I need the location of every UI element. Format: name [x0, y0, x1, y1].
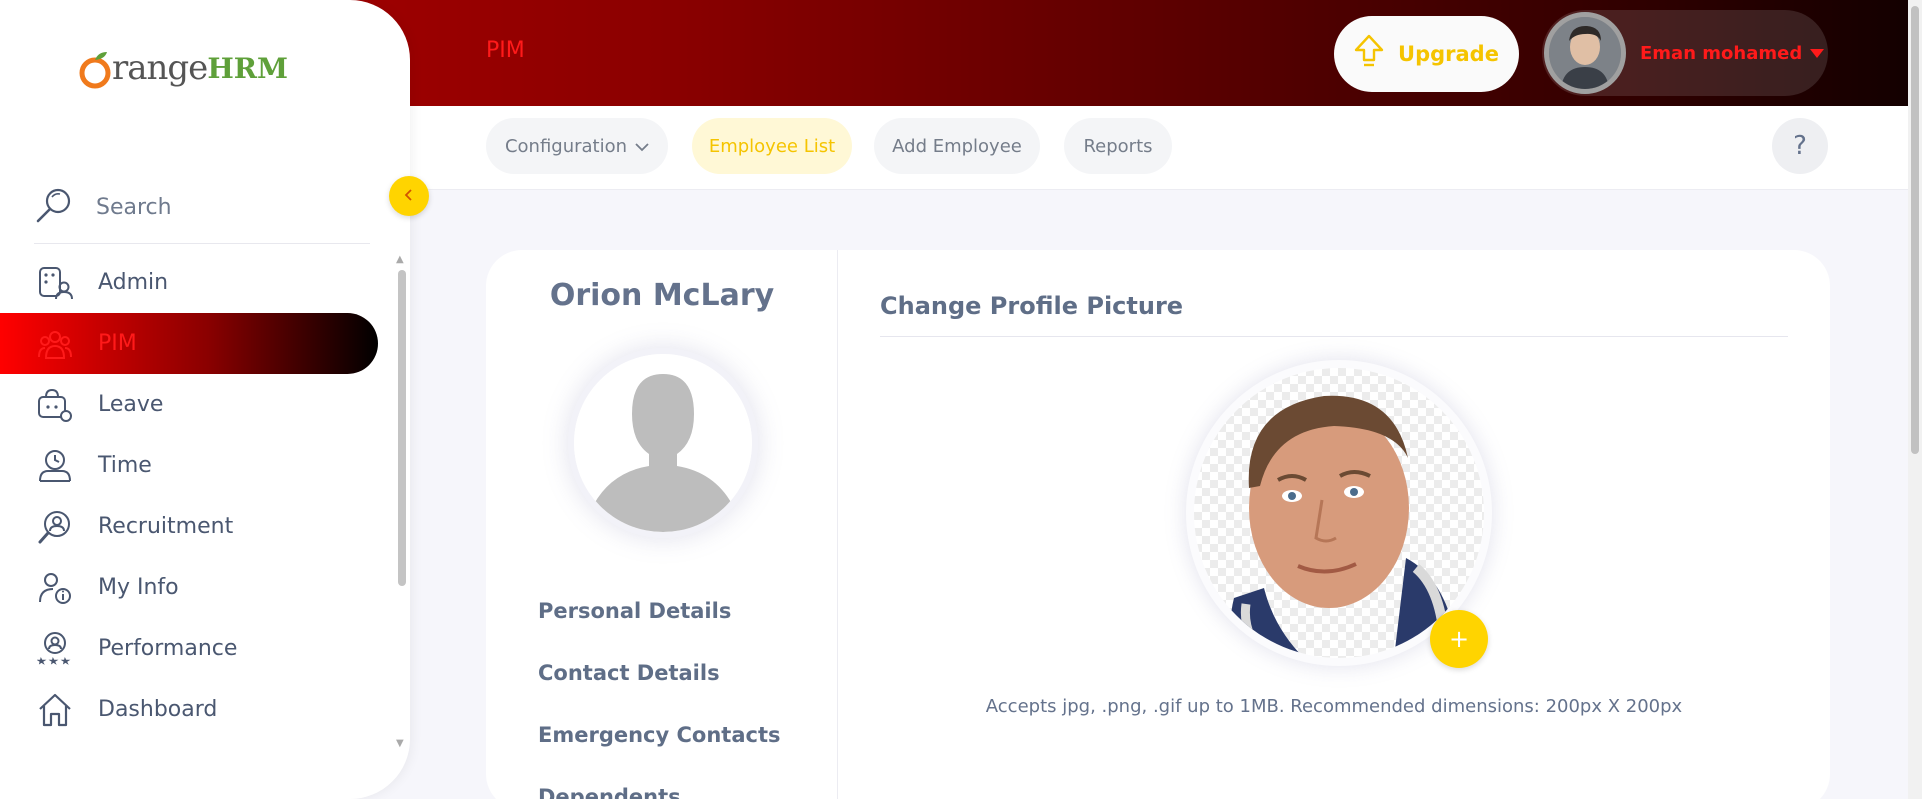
sub-navigation: Configuration Employee List Add Employee…: [410, 106, 1910, 190]
logo-word: range: [112, 48, 208, 88]
time-icon: [36, 447, 74, 485]
tab-reports[interactable]: Reports: [1064, 118, 1172, 174]
sidebar-item-label: Leave: [98, 392, 164, 417]
employee-links: Personal Details Contact Details Emergen…: [538, 580, 780, 799]
sidebar-item-label: PIM: [98, 331, 137, 356]
chevron-left-icon: [403, 186, 415, 207]
orangehrm-logo: range HRM: [78, 48, 289, 89]
employee-name: Orion McLary: [549, 278, 775, 313]
sidebar-item-label: Recruitment: [98, 514, 234, 539]
sidebar-search[interactable]: Search: [34, 172, 370, 244]
sidebar-item-label: My Info: [98, 575, 179, 600]
change-profile-picture-panel: Change Profile Picture + Accepts jpg, .p…: [838, 250, 1830, 799]
employee-summary: Orion McLary Personal Details Contact De…: [486, 250, 838, 799]
tab-add-employee-label: Add Employee: [892, 135, 1022, 157]
user-dropdown[interactable]: Eman mohamed: [1542, 10, 1828, 96]
tab-reports-label: Reports: [1083, 135, 1153, 157]
add-photo-button[interactable]: +: [1430, 610, 1488, 668]
page-scrollbar-thumb[interactable]: [1911, 6, 1919, 454]
tab-employee-list-label: Employee List: [708, 135, 836, 157]
sidebar-item-label: Dashboard: [98, 697, 218, 722]
logo-hrm: HRM: [207, 51, 289, 85]
employee-card: Orion McLary Personal Details Contact De…: [486, 250, 1830, 799]
link-dependents[interactable]: Dependents: [538, 766, 780, 799]
sidebar-item-performance[interactable]: Performance: [0, 618, 378, 679]
scroll-down-icon[interactable]: ▼: [396, 738, 404, 749]
dashboard-icon: [36, 691, 74, 729]
sidebar-item-label: Admin: [98, 270, 169, 295]
module-title: PIM: [486, 38, 525, 63]
employee-photo: [568, 348, 758, 538]
upgrade-label: Upgrade: [1398, 42, 1499, 66]
sidebar-item-recruitment[interactable]: Recruitment: [0, 496, 378, 557]
sidebar: range HRM Search Admin PIM Leave Time Re…: [0, 0, 410, 799]
link-contact-details[interactable]: Contact Details: [538, 642, 780, 704]
search-label: Search: [96, 195, 172, 220]
link-personal-details[interactable]: Personal Details: [538, 580, 780, 642]
collapse-sidebar-button[interactable]: [389, 176, 429, 216]
chevron-down-icon: [635, 136, 649, 157]
sidebar-item-label: Performance: [98, 636, 238, 661]
sidebar-item-time[interactable]: Time: [0, 435, 378, 496]
admin-icon: [36, 264, 74, 302]
my-info-icon: [36, 569, 74, 607]
tab-add-employee[interactable]: Add Employee: [874, 118, 1040, 174]
upgrade-arrow-icon: [1354, 34, 1384, 75]
sidebar-scrollbar-thumb[interactable]: [398, 270, 406, 586]
orange-logo-icon: [78, 49, 112, 89]
plus-icon: +: [1448, 625, 1470, 653]
sidebar-item-my-info[interactable]: My Info: [0, 557, 378, 618]
upload-hint: Accepts jpg, .png, .gif up to 1MB. Recom…: [985, 696, 1683, 717]
help-button[interactable]: ?: [1772, 118, 1828, 174]
sidebar-menu: Admin PIM Leave Time Recruitment My Info…: [0, 252, 378, 740]
sidebar-item-label: Time: [98, 453, 152, 478]
tab-employee-list[interactable]: Employee List: [692, 118, 852, 174]
performance-icon: [36, 630, 74, 668]
upgrade-button[interactable]: Upgrade: [1334, 16, 1519, 92]
sidebar-item-leave[interactable]: Leave: [0, 374, 378, 435]
sidebar-item-admin[interactable]: Admin: [0, 252, 378, 313]
link-emergency-contacts[interactable]: Emergency Contacts: [538, 704, 780, 766]
sidebar-item-pim[interactable]: PIM: [0, 313, 378, 374]
search-icon: [34, 186, 74, 230]
section-title: Change Profile Picture: [880, 292, 1184, 320]
sidebar-item-dashboard[interactable]: Dashboard: [0, 679, 378, 740]
recruitment-icon: [36, 508, 74, 546]
tab-configuration-label: Configuration: [504, 135, 628, 157]
caret-down-icon: [1810, 43, 1825, 64]
user-name: Eman mohamed: [1640, 42, 1825, 64]
divider: [880, 336, 1788, 337]
user-name-label: Eman mohamed: [1640, 42, 1803, 64]
scroll-up-icon[interactable]: ▲: [396, 254, 404, 265]
user-avatar: [1544, 12, 1626, 94]
leave-icon: [36, 386, 74, 424]
pim-icon: [36, 325, 74, 363]
tab-configuration[interactable]: Configuration: [486, 118, 668, 174]
